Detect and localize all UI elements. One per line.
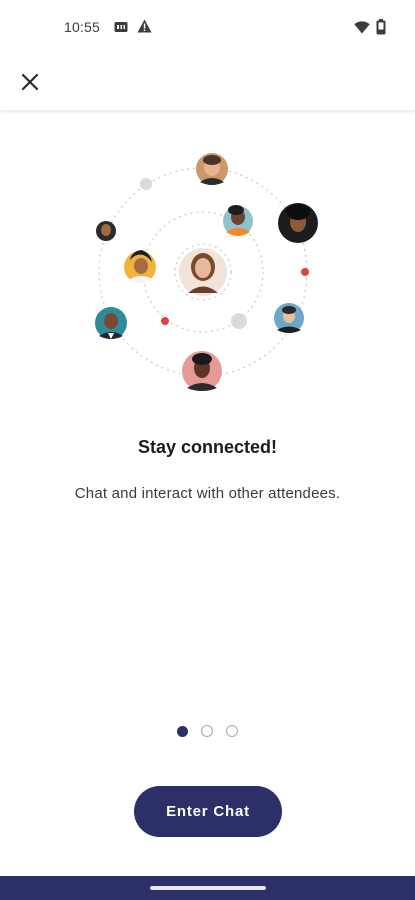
app-bar [0,56,415,110]
page-dot[interactable] [226,725,238,737]
page-dot-active[interactable] [177,725,188,737]
avatar-center [179,248,227,296]
close-button[interactable] [14,68,46,100]
status-bar: 10:55 [0,0,415,56]
onboarding-title: Stay connected! [137,437,278,457]
red-dot [161,317,169,325]
red-dot [301,268,309,276]
avatar-top [196,153,228,185]
home-handle[interactable] [150,886,266,890]
onboarding-subtitle: Chat and interact with other attendees. [74,485,341,502]
community-illustration [0,140,415,410]
warning-icon [137,19,152,38]
battery-icon [376,19,386,40]
close-icon [21,73,39,96]
avatar-pink-bottom [182,351,222,391]
wifi-icon [354,21,370,39]
grey-dot [231,313,247,329]
avatar-yellow [124,250,156,283]
avatar-small-left [96,221,116,241]
sim-card-icon [114,20,128,38]
grey-dot [140,178,152,190]
avatar-blue-right [274,303,304,333]
avatar-dark-right [278,203,318,243]
page-indicator [0,725,415,739]
navigation-bar [0,876,415,900]
avatar-teal-left [95,307,127,339]
community-network-illustration [95,153,318,391]
status-time: 10:55 [64,19,101,35]
page-dot[interactable] [201,725,213,737]
avatar-teal [223,205,253,236]
enter-chat-button[interactable]: Enter Chat [134,786,282,837]
